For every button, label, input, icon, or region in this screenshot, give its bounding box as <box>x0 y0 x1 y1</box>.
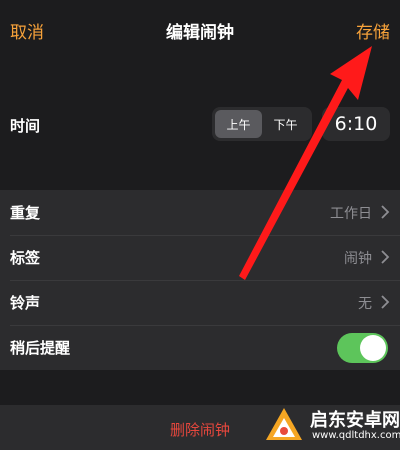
settings-list: 重复 工作日 标签 闹钟 铃声 无 稍后提醒 <box>0 190 400 370</box>
watermark: 启东安卓网 www.qdltdhx.com <box>262 402 400 450</box>
time-label: 时间 <box>10 117 41 135</box>
watermark-logo-icon <box>266 408 302 440</box>
am-pm-segmented-control: 上午 下午 <box>212 107 312 141</box>
label-row[interactable]: 标签 闹钟 <box>0 235 400 280</box>
am-segment[interactable]: 上午 <box>215 110 262 138</box>
save-button[interactable]: 存储 <box>356 18 390 43</box>
page-title: 编辑闹钟 <box>166 23 234 43</box>
watermark-url: www.qdltdhx.com <box>312 430 400 441</box>
repeat-value: 工作日 <box>330 205 372 222</box>
repeat-row[interactable]: 重复 工作日 <box>0 190 400 235</box>
pm-segment[interactable]: 下午 <box>262 110 309 138</box>
snooze-toggle[interactable] <box>337 333 388 363</box>
sound-row[interactable]: 铃声 无 <box>0 280 400 325</box>
chevron-right-icon <box>381 295 390 309</box>
chevron-right-icon <box>381 205 390 219</box>
chevron-right-icon <box>381 250 390 264</box>
sound-value: 无 <box>358 295 372 312</box>
label-label: 标签 <box>10 249 41 267</box>
snooze-label: 稍后提醒 <box>10 339 71 357</box>
snooze-row: 稍后提醒 <box>0 325 400 370</box>
navigation-bar: 取消 编辑闹钟 存储 <box>0 0 400 60</box>
repeat-label: 重复 <box>10 204 41 222</box>
label-value: 闹钟 <box>344 250 372 267</box>
time-section: 时间 上午 下午 6:10 <box>0 60 400 190</box>
toggle-knob <box>360 335 386 361</box>
sound-label: 铃声 <box>10 294 41 312</box>
watermark-title: 启东安卓网 <box>310 410 400 431</box>
time-value-picker[interactable]: 6:10 <box>322 107 390 141</box>
section-gap <box>0 370 400 405</box>
